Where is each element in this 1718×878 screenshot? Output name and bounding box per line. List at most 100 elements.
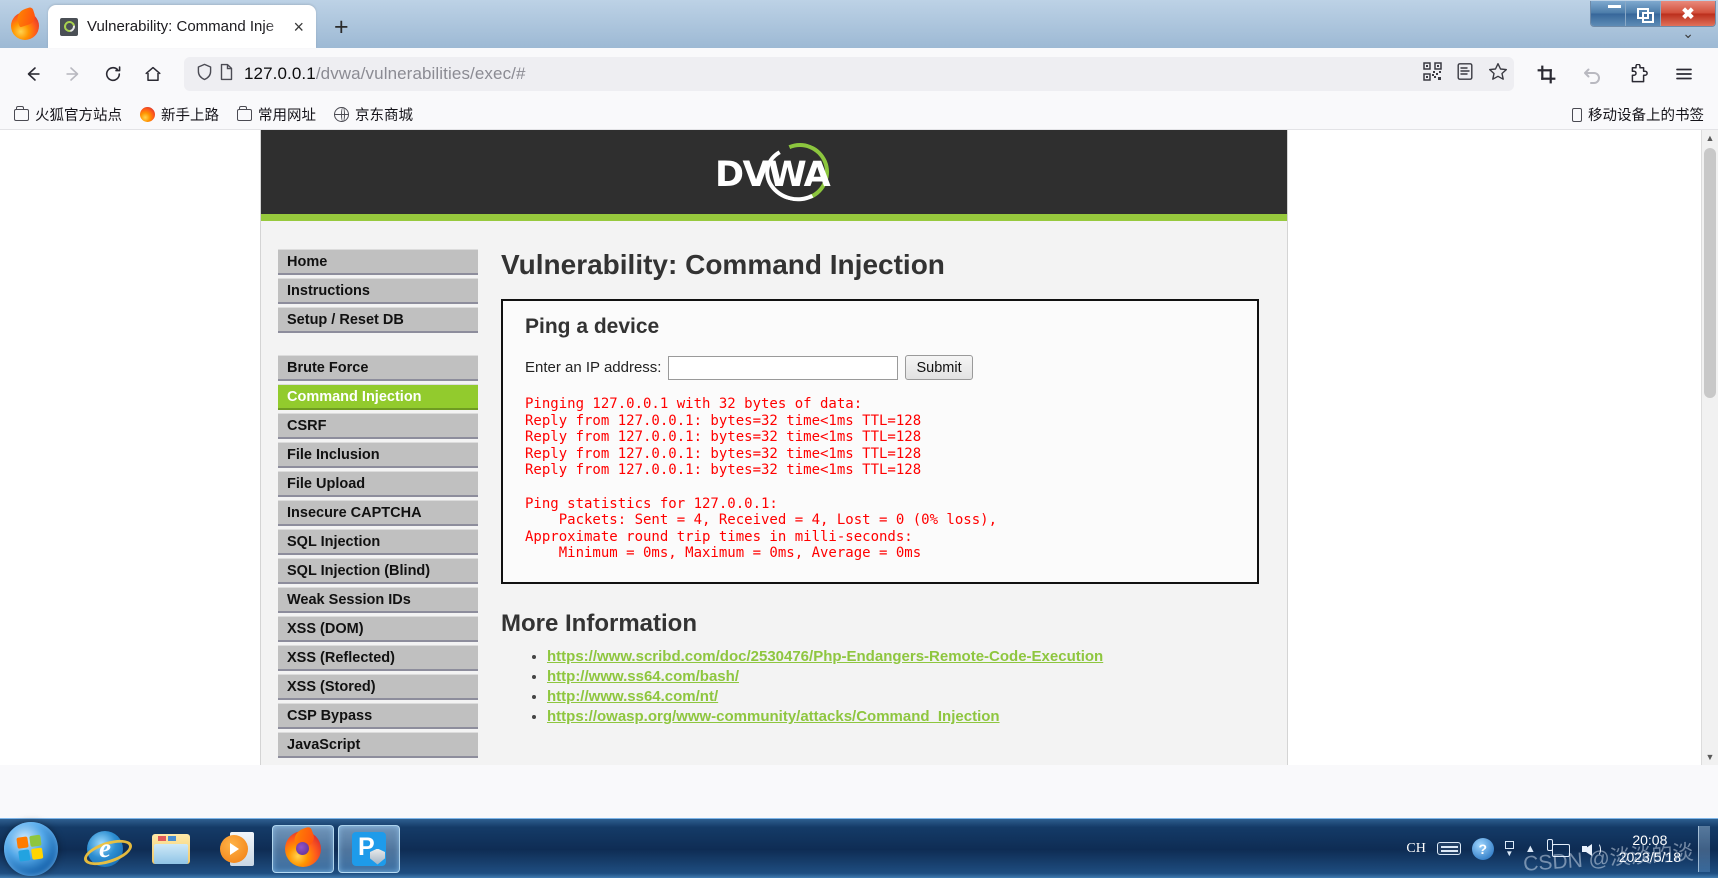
page-content: DVWA Home Instructions Setup / Reset DB … (0, 130, 1701, 765)
scrollbar-thumb[interactable] (1704, 148, 1716, 398)
page-info-icon[interactable] (219, 63, 234, 86)
dvwa-body: Home Instructions Setup / Reset DB Brute… (261, 221, 1287, 761)
browser-tab-active[interactable]: Vulnerability: Command Inje × (48, 5, 316, 48)
dvwa-accent-bar (261, 214, 1287, 221)
ime-options-icon[interactable]: ▼ (1504, 840, 1514, 857)
sidebar-item-brute-force[interactable]: Brute Force (278, 355, 478, 381)
sidebar-item-setup-reset-db[interactable]: Setup / Reset DB (278, 307, 478, 333)
bookmark-label: 常用网址 (258, 108, 316, 124)
info-link[interactable]: http://www.ss64.com/bash/ (547, 668, 739, 685)
windows-logo-icon (16, 834, 45, 863)
list-item: http://www.ss64.com/nt/ (547, 688, 1259, 705)
keyboard-icon[interactable] (1436, 842, 1461, 855)
home-button[interactable] (134, 57, 172, 91)
firefox-window: Vulnerability: Command Inje × + ⌄ ✖ 127.… (0, 0, 1718, 818)
screenshot-icon[interactable] (1526, 57, 1566, 91)
ping-panel: Ping a device Enter an IP address: Submi… (501, 299, 1259, 584)
tab-title: Vulnerability: Command Inje (87, 18, 275, 35)
ping-form: Enter an IP address: Submit (525, 355, 1237, 380)
mobile-device-icon (1572, 107, 1582, 122)
close-window-button[interactable]: ✖ (1661, 1, 1715, 26)
minimize-button[interactable] (1591, 1, 1626, 26)
list-all-tabs-icon[interactable]: ⌄ (1682, 25, 1718, 42)
url-text[interactable]: 127.0.0.1/dvwa/vulnerabilities/exec/# (244, 64, 526, 84)
sidebar-item-weak-session-ids[interactable]: Weak Session IDs (278, 587, 478, 613)
qr-code-icon[interactable] (1423, 62, 1442, 86)
sidebar-item-xss-reflected[interactable]: XSS (Reflected) (278, 645, 478, 671)
info-link[interactable]: https://www.scribd.com/doc/2530476/Php-E… (547, 648, 1103, 665)
url-host: 127.0.0.1 (244, 64, 316, 83)
ping-output: Pinging 127.0.0.1 with 32 bytes of data:… (525, 396, 998, 562)
submit-button[interactable]: Submit (905, 355, 973, 380)
list-item: https://owasp.org/www-community/attacks/… (547, 708, 1259, 725)
taskbar-item-firefox[interactable] (272, 824, 334, 873)
back-button[interactable] (14, 57, 52, 91)
page-scrollbar[interactable]: ▲ ▼ (1701, 130, 1718, 765)
shield-icon[interactable] (196, 63, 213, 86)
url-bar[interactable]: 127.0.0.1/dvwa/vulnerabilities/exec/# (184, 57, 1514, 91)
more-information-heading: More Information (501, 609, 697, 637)
clock[interactable]: 20:08 2023/5/18 (1615, 832, 1681, 866)
bookmark-item-1[interactable]: 新手上路 (140, 104, 219, 125)
info-link[interactable]: http://www.ss64.com/nt/ (547, 688, 718, 705)
dvwa-logo: DVWA (699, 134, 849, 210)
maximize-button[interactable] (1626, 1, 1661, 26)
sidebar-item-csrf[interactable]: CSRF (278, 413, 478, 439)
star-icon[interactable] (1488, 62, 1508, 86)
bookmarks-bar: 火狐官方站点 新手上路 常用网址 京东商城 移动设备上的书签 (0, 100, 1718, 130)
info-link[interactable]: https://owasp.org/www-community/attacks/… (547, 708, 1000, 725)
scroll-down-icon[interactable]: ▼ (1702, 749, 1718, 765)
clock-time: 20:08 (1632, 831, 1668, 848)
bookmark-item-3[interactable]: 京东商城 (334, 104, 413, 125)
tab-strip: Vulnerability: Command Inje × + ⌄ ✖ (0, 0, 1718, 48)
sidebar-item-xss-stored[interactable]: XSS (Stored) (278, 674, 478, 700)
sidebar-item-command-injection[interactable]: Command Injection (278, 384, 478, 410)
puzzle-icon[interactable] (1618, 57, 1658, 91)
close-tab-icon[interactable]: × (289, 16, 308, 38)
show-desktop-button[interactable] (1698, 825, 1710, 872)
ip-address-input[interactable] (668, 355, 899, 380)
mobile-bookmarks-item[interactable]: 移动设备上的书签 (1572, 104, 1704, 125)
sidebar-item-home[interactable]: Home (278, 249, 478, 275)
dvwa-sidebar: Home Instructions Setup / Reset DB Brute… (261, 221, 478, 761)
ip-address-label: Enter an IP address: (525, 359, 662, 376)
taskbar-item-internet-explorer[interactable] (74, 825, 136, 873)
sidebar-item-javascript[interactable]: JavaScript (278, 732, 478, 758)
scroll-up-icon[interactable]: ▲ (1702, 130, 1718, 146)
sidebar-item-sql-injection[interactable]: SQL Injection (278, 529, 478, 555)
sidebar-item-sql-injection-blind[interactable]: SQL Injection (Blind) (278, 558, 478, 584)
sidebar-item-insecure-captcha[interactable]: Insecure CAPTCHA (278, 500, 478, 526)
internet-explorer-icon (87, 830, 123, 867)
taskbar-item-media-player[interactable] (206, 825, 268, 873)
show-hidden-icons[interactable]: ▲ (1525, 843, 1536, 855)
sidebar-item-instructions[interactable]: Instructions (278, 278, 478, 304)
help-icon[interactable]: ? (1471, 837, 1494, 860)
sidebar-item-xss-dom[interactable]: XSS (DOM) (278, 616, 478, 642)
folder-icon (14, 105, 29, 121)
bookmark-item-0[interactable]: 火狐官方站点 (14, 104, 122, 125)
media-player-icon (220, 831, 254, 866)
sidebar-item-csp-bypass[interactable]: CSP Bypass (278, 703, 478, 729)
sidebar-item-file-upload[interactable]: File Upload (278, 471, 478, 497)
bookmark-label: 新手上路 (161, 108, 219, 124)
more-information-links: https://www.scribd.com/doc/2530476/Php-E… (547, 648, 1259, 725)
sidebar-item-file-inclusion[interactable]: File Inclusion (278, 442, 478, 468)
window-controls: ✖ (1590, 1, 1716, 27)
input-method-indicator[interactable]: CH (1406, 841, 1425, 857)
url-path: /dvwa/vulnerabilities/exec/# (315, 64, 526, 83)
taskbar-items (74, 824, 400, 873)
volume-icon[interactable] (1581, 839, 1604, 859)
bookmark-item-2[interactable]: 常用网址 (237, 104, 316, 125)
reload-button[interactable] (94, 57, 132, 91)
navigation-toolbar: 127.0.0.1/dvwa/vulnerabilities/exec/# (0, 48, 1718, 100)
new-tab-button[interactable]: + (322, 11, 361, 48)
network-icon[interactable] (1546, 838, 1571, 859)
file-explorer-icon (152, 833, 190, 864)
reader-view-icon[interactable] (1456, 62, 1474, 86)
hamburger-menu-icon[interactable] (1664, 57, 1704, 91)
undo-icon[interactable] (1572, 57, 1612, 91)
taskbar-item-phpstudy[interactable] (338, 824, 400, 873)
taskbar-item-file-explorer[interactable] (140, 825, 202, 873)
forward-button[interactable] (54, 57, 92, 91)
start-button[interactable] (4, 821, 58, 876)
